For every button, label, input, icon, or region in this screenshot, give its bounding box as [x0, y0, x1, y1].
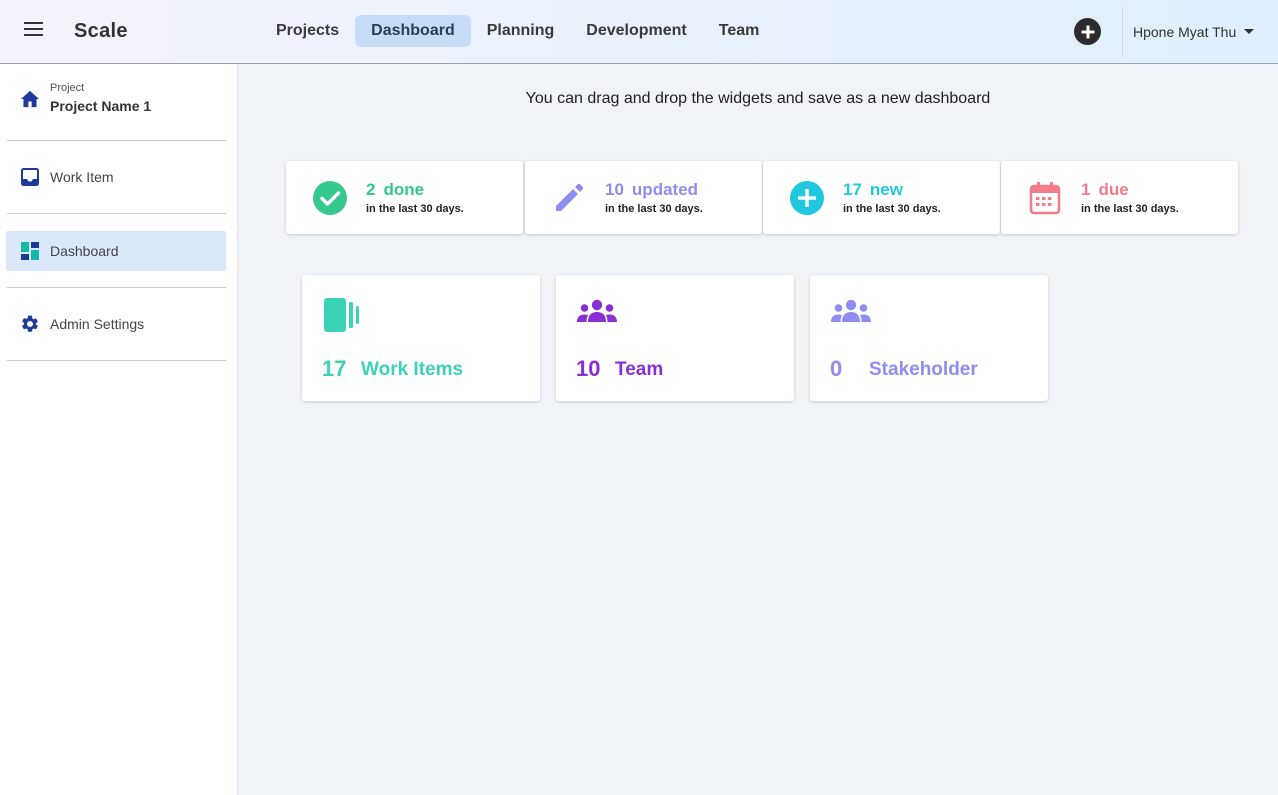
- user-name: Hpone Myat Thu: [1133, 24, 1237, 40]
- sidebar-item-admin-settings[interactable]: Admin Settings: [6, 304, 226, 344]
- card-label: Stakeholder: [869, 359, 978, 380]
- sidebar-divider: [7, 360, 226, 361]
- sidebar-item-dashboard[interactable]: Dashboard: [6, 231, 226, 271]
- sidebar: Project Project Name 1 Work Item Dashboa…: [0, 64, 238, 795]
- inbox-icon: [20, 167, 40, 187]
- check-circle-icon: [313, 181, 347, 215]
- project-label: Project: [50, 82, 85, 94]
- stat-number: 10: [605, 180, 624, 199]
- stat-label: done: [383, 180, 425, 199]
- stakeholder-card[interactable]: 0 Stakeholder: [810, 275, 1048, 401]
- top-bar: Scale Projects Dashboard Planning Develo…: [0, 0, 1278, 64]
- team-icon: [577, 299, 617, 322]
- caret-down-icon: [1244, 28, 1255, 34]
- stat-due-widget[interactable]: 1 due in the last 30 days.: [1001, 161, 1238, 234]
- nav-planning[interactable]: Planning: [471, 15, 571, 47]
- stat-label: new: [869, 180, 903, 199]
- stat-new-widget[interactable]: 17 new in the last 30 days.: [763, 161, 1000, 234]
- stakeholder-icon: [831, 299, 871, 322]
- plus-circle-icon: [790, 181, 824, 215]
- nav-development[interactable]: Development: [570, 15, 702, 47]
- header-divider: [1122, 6, 1123, 58]
- stat-number: 17: [843, 180, 862, 199]
- work-items-icon: [324, 298, 359, 332]
- sidebar-divider: [7, 213, 226, 214]
- stat-number: 2: [366, 180, 376, 199]
- nav-projects[interactable]: Projects: [260, 15, 355, 47]
- sidebar-item-label: Dashboard: [50, 243, 119, 259]
- app-brand[interactable]: Scale: [74, 20, 128, 43]
- sidebar-divider: [7, 140, 226, 141]
- stat-updated-widget[interactable]: 10 updated in the last 30 days.: [525, 161, 762, 234]
- card-number: 0: [830, 356, 843, 381]
- sidebar-item-label: Work Item: [50, 169, 114, 185]
- card-label: Work Items: [361, 359, 464, 380]
- home-icon: [21, 90, 39, 108]
- pencil-icon: [556, 183, 584, 211]
- team-card[interactable]: 10 Team: [556, 275, 794, 401]
- dashboard-hint: You can drag and drop the widgets and sa…: [525, 90, 991, 107]
- stat-subtitle: in the last 30 days.: [1081, 203, 1179, 215]
- stat-done-widget[interactable]: 2 done in the last 30 days.: [286, 161, 523, 234]
- stat-subtitle: in the last 30 days.: [366, 203, 464, 215]
- stat-label: due: [1098, 180, 1129, 199]
- stat-subtitle: in the last 30 days.: [605, 203, 703, 215]
- main-nav: Projects Dashboard Planning Development …: [260, 15, 775, 47]
- dashboard-icon: [20, 241, 40, 261]
- nav-dashboard[interactable]: Dashboard: [355, 15, 471, 47]
- nav-team[interactable]: Team: [703, 15, 776, 47]
- user-menu[interactable]: Hpone Myat Thu: [1133, 24, 1255, 40]
- sidebar-item-work-item[interactable]: Work Item: [6, 157, 226, 197]
- project-name: Project Name 1: [50, 98, 152, 114]
- card-number: 17: [322, 356, 347, 381]
- menu-icon[interactable]: [24, 22, 44, 42]
- stat-label: updated: [631, 180, 699, 199]
- stat-subtitle: in the last 30 days.: [843, 203, 941, 215]
- stat-number: 1: [1081, 180, 1091, 199]
- card-number: 10: [576, 356, 601, 381]
- card-label: Team: [615, 359, 664, 380]
- add-icon[interactable]: [1074, 18, 1101, 45]
- work-items-card[interactable]: 17 Work Items: [302, 275, 540, 401]
- sidebar-item-label: Admin Settings: [50, 316, 145, 332]
- calendar-icon: [1029, 182, 1061, 215]
- gear-icon: [20, 314, 40, 334]
- sidebar-divider: [7, 287, 226, 288]
